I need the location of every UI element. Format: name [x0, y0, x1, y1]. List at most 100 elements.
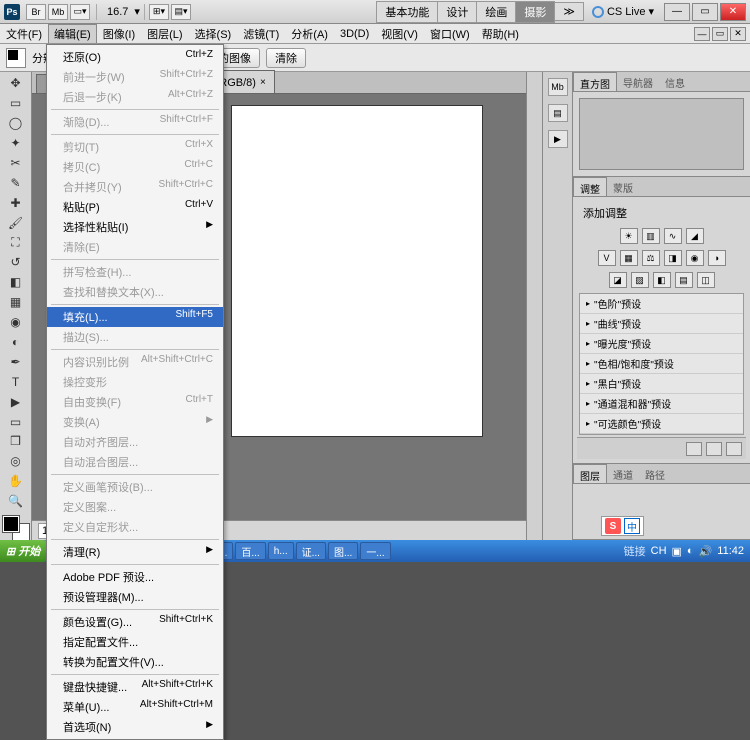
tray-icon[interactable]: 🔊 [699, 545, 713, 558]
menu-item[interactable]: 键盘快捷键...Alt+Shift+Ctrl+K [47, 677, 223, 697]
color-balance-icon[interactable]: ⚖ [642, 250, 660, 266]
tool-preset-picker[interactable] [6, 48, 26, 68]
workspace-more[interactable]: ≫ [554, 2, 584, 21]
maximize-button[interactable]: ▭ [692, 3, 718, 21]
preset-item[interactable]: "通道混和器"预设 [580, 394, 743, 414]
blur-tool[interactable]: ◉ [5, 313, 27, 332]
selective-color-icon[interactable]: ◫ [697, 272, 715, 288]
taskbar-item[interactable]: 证... [296, 542, 326, 560]
cslive-button[interactable]: CS Live▾ [592, 5, 654, 18]
bw-icon[interactable]: ◨ [664, 250, 682, 266]
tab-layers[interactable]: 图层 [573, 464, 607, 483]
menu-item[interactable]: Adobe PDF 预设... [47, 567, 223, 587]
menu-item[interactable]: 转换为配置文件(V)... [47, 652, 223, 672]
menu-item[interactable]: 选择性粘贴(I)▶ [47, 217, 223, 237]
stamp-tool[interactable]: ⛶ [5, 233, 27, 252]
tab-channels[interactable]: 通道 [607, 464, 639, 483]
foreground-color[interactable] [3, 516, 19, 532]
tray-link[interactable]: 链接 [624, 543, 646, 559]
menu-item[interactable]: 还原(O)Ctrl+Z [47, 47, 223, 67]
actions-icon[interactable]: ▶ [548, 130, 568, 148]
preset-item[interactable]: "可选颜色"预设 [580, 414, 743, 434]
minimize-button[interactable]: — [664, 3, 690, 21]
collapsed-panel-strip[interactable] [526, 72, 542, 540]
3d-camera-tool[interactable]: ◎ [5, 452, 27, 471]
tray-lang[interactable]: CH [651, 545, 667, 557]
menu-3d[interactable]: 3D(D) [334, 26, 375, 42]
crop-tool[interactable]: ✂ [5, 154, 27, 173]
taskbar-item[interactable]: h... [268, 542, 294, 560]
reset-icon[interactable] [706, 442, 722, 456]
menu-item[interactable]: 首选项(N)▶ [47, 717, 223, 737]
curves-icon[interactable]: ∿ [664, 228, 682, 244]
dodge-tool[interactable]: ◐ [5, 333, 27, 352]
tab-adjustments[interactable]: 调整 [573, 177, 607, 196]
lasso-tool[interactable]: ◯ [5, 114, 27, 133]
trash-icon[interactable] [726, 442, 742, 456]
taskbar-item[interactable]: 图... [328, 542, 358, 560]
bridge-button[interactable]: Br [26, 4, 46, 20]
workspace-tab-photography[interactable]: 摄影 [515, 1, 555, 23]
taskbar-item[interactable]: 百... [235, 542, 265, 560]
menu-item[interactable]: 填充(L)...Shift+F5 [47, 307, 223, 327]
posterize-icon[interactable]: ▨ [631, 272, 649, 288]
tab-paths[interactable]: 路径 [639, 464, 671, 483]
tab-info[interactable]: 信息 [659, 72, 691, 91]
path-select-tool[interactable]: ▶ [5, 392, 27, 411]
menu-item[interactable]: 预设管理器(M)... [47, 587, 223, 607]
close-icon[interactable]: × [260, 77, 266, 88]
preset-item[interactable]: "色相/饱和度"预设 [580, 354, 743, 374]
clip-icon[interactable] [686, 442, 702, 456]
tab-masks[interactable]: 蒙版 [607, 177, 639, 196]
arrange-button[interactable]: ⊞▾ [149, 4, 169, 20]
taskbar-item[interactable]: 一... [360, 542, 390, 560]
clock[interactable]: 11:42 [717, 545, 744, 557]
brightness-icon[interactable]: ☀ [620, 228, 638, 244]
menu-layer[interactable]: 图层(L) [141, 24, 188, 44]
threshold-icon[interactable]: ◧ [653, 272, 671, 288]
vibrance-icon[interactable]: V [598, 250, 616, 266]
sogou-icon[interactable]: S [605, 518, 621, 534]
mdi-minimize[interactable]: — [694, 27, 710, 41]
history-brush-tool[interactable]: ↺ [5, 253, 27, 272]
levels-icon[interactable]: ▥ [642, 228, 660, 244]
menu-item[interactable]: 指定配置文件... [47, 632, 223, 652]
hand-tool[interactable]: ✋ [5, 472, 27, 491]
tray-icon[interactable]: ◐ [687, 545, 694, 557]
menu-item[interactable]: 颜色设置(G)...Shift+Ctrl+K [47, 612, 223, 632]
3d-tool[interactable]: ❒ [5, 432, 27, 451]
gradient-map-icon[interactable]: ▤ [675, 272, 693, 288]
mdi-close[interactable]: ✕ [730, 27, 746, 41]
hsl-icon[interactable]: ▦ [620, 250, 638, 266]
quick-select-tool[interactable]: ✦ [5, 134, 27, 153]
eyedropper-tool[interactable]: ✎ [5, 173, 27, 192]
menu-file[interactable]: 文件(F) [0, 24, 48, 44]
preset-item[interactable]: "曝光度"预设 [580, 334, 743, 354]
exposure-icon[interactable]: ◢ [686, 228, 704, 244]
menu-edit[interactable]: 编辑(E) [48, 24, 97, 43]
history-icon[interactable]: ▤ [548, 104, 568, 122]
workspace-tab-essentials[interactable]: 基本功能 [376, 1, 438, 23]
clear-button[interactable]: 清除 [266, 48, 306, 68]
move-tool[interactable]: ✥ [5, 74, 27, 93]
start-button[interactable]: ⊞开始 [0, 540, 52, 562]
healing-tool[interactable]: ✚ [5, 193, 27, 212]
canvas[interactable] [232, 106, 482, 436]
type-tool[interactable]: T [5, 372, 27, 391]
workspace-tab-painting[interactable]: 绘画 [476, 1, 516, 23]
menu-image[interactable]: 图像(I) [97, 24, 141, 44]
menu-window[interactable]: 窗口(W) [424, 24, 476, 44]
menu-select[interactable]: 选择(S) [189, 24, 238, 44]
invert-icon[interactable]: ◪ [609, 272, 627, 288]
channel-mixer-icon[interactable]: ◑ [708, 250, 726, 266]
menu-help[interactable]: 帮助(H) [476, 24, 525, 44]
ime-lang-icon[interactable]: 中 [624, 518, 640, 534]
extras-button[interactable]: ▤▾ [171, 4, 191, 20]
preset-item[interactable]: "曲线"预设 [580, 314, 743, 334]
mdi-restore[interactable]: ▭ [712, 27, 728, 41]
menu-item[interactable]: 清理(R)▶ [47, 542, 223, 562]
tray-icon[interactable]: ▣ [672, 545, 682, 558]
minibridge-icon[interactable]: Mb [548, 78, 568, 96]
zoom-tool[interactable]: 🔍 [5, 492, 27, 511]
zoom-percent[interactable]: 16.7 [107, 6, 128, 18]
